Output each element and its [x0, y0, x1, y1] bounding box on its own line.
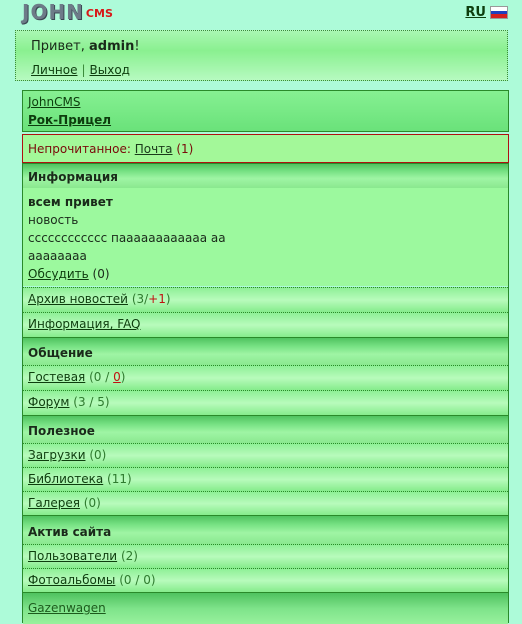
menu-item-forum[interactable]: Форум (3 / 5) — [23, 390, 508, 415]
section-title-communication: Общение — [28, 346, 93, 360]
downloads-count: (0) — [89, 448, 107, 462]
menu-item-downloads[interactable]: Загрузки (0) — [23, 443, 508, 467]
unread-label: Непрочитанное: — [28, 142, 135, 156]
section-header-info: Информация — [23, 163, 508, 188]
forum-link[interactable]: Форум — [28, 395, 69, 409]
language-switch[interactable]: RU — [465, 5, 508, 20]
discuss-line: Обсудить (0) — [28, 267, 110, 281]
johncms-link[interactable]: JohnCMS — [28, 95, 80, 109]
library-count: (11) — [107, 472, 132, 486]
gazenwagen-link[interactable]: Gazenwagen — [28, 601, 106, 615]
section-title-useful: Полезное — [28, 424, 95, 438]
discuss-link[interactable]: Обсудить — [28, 267, 89, 281]
users-count: (2) — [120, 549, 138, 563]
greeting-username: admin — [88, 39, 135, 54]
discuss-count: (0) — [92, 267, 110, 281]
guestbook-count: (0 / 0) — [89, 370, 126, 384]
main-menu: Информация всем привет новость ссссссссс… — [22, 163, 509, 624]
footer-link-row[interactable]: Gazenwagen — [23, 592, 508, 624]
user-links-box: JohnCMS Рок-Прицел — [22, 90, 509, 132]
menu-item-users[interactable]: Пользователи (2) — [23, 544, 508, 568]
menu-item-guestbook[interactable]: Гостевая (0 / 0) — [23, 365, 508, 390]
downloads-link[interactable]: Загрузки — [28, 448, 86, 462]
language-link[interactable]: RU — [465, 5, 486, 20]
menu-item-faq[interactable]: Информация, FAQ — [23, 312, 508, 337]
profile-link[interactable]: Личное — [31, 63, 77, 77]
guestbook-link[interactable]: Гостевая — [28, 370, 85, 384]
menu-item-photo-albums[interactable]: Фотоальбомы (0 / 0) — [23, 568, 508, 592]
logo[interactable]: JOHN CMS — [22, 2, 113, 22]
greeting-links: Личное | Выход — [31, 63, 130, 77]
news-line: сссссссссссс паааааааааааа аа — [28, 231, 226, 245]
menu-item-gallery[interactable]: Галерея (0) — [23, 491, 508, 515]
menu-item-news-archive[interactable]: Архив новостей (3/+1) — [23, 287, 508, 312]
greeting-text: Привет, admin! — [31, 39, 140, 54]
gallery-link[interactable]: Галерея — [28, 496, 80, 510]
mail-count: (1) — [176, 142, 194, 156]
logo-sub: CMS — [85, 7, 113, 20]
logo-main: JOHN — [22, 0, 84, 24]
greeting-prefix: Привет, — [31, 39, 89, 54]
library-link[interactable]: Библиотека — [28, 472, 103, 486]
exit-link[interactable]: Выход — [90, 63, 130, 77]
top-bar: JOHN CMS RU — [0, 0, 522, 26]
unread-line: Непрочитанное: Почта (1) — [28, 142, 193, 156]
faq-link[interactable]: Информация, FAQ — [28, 317, 141, 331]
news-archive-count: (3/+1) — [131, 292, 171, 306]
mail-link[interactable]: Почта — [135, 142, 173, 156]
greeting-suffix: ! — [134, 39, 140, 54]
russia-flag-icon[interactable] — [490, 6, 508, 19]
news-line: аааааааа — [28, 249, 87, 263]
section-header-useful: Полезное — [23, 415, 508, 443]
forum-count: (3 / 5) — [73, 395, 110, 409]
unread-box: Непрочитанное: Почта (1) — [22, 134, 509, 163]
news-archive-link[interactable]: Архив новостей — [28, 292, 128, 306]
section-header-activity: Актив сайта — [23, 515, 508, 544]
link-separator: | — [81, 63, 86, 77]
news-line: новость — [28, 213, 79, 227]
gallery-count: (0) — [83, 496, 101, 510]
guestbook-admin-count-link[interactable]: 0 — [113, 370, 121, 384]
photo-albums-link[interactable]: Фотоальбомы — [28, 573, 115, 587]
rock-pricel-link[interactable]: Рок-Прицел — [28, 113, 111, 127]
section-header-communication: Общение — [23, 337, 508, 365]
section-title-info: Информация — [28, 170, 118, 184]
news-block: всем привет новость сссссссссссс паааааа… — [23, 188, 508, 286]
greeting-box: Привет, admin! Личное | Выход — [15, 30, 508, 81]
users-link[interactable]: Пользователи — [28, 549, 117, 563]
news-title: всем привет — [28, 195, 113, 209]
menu-item-library[interactable]: Библиотека (11) — [23, 467, 508, 491]
section-title-activity: Актив сайта — [28, 525, 112, 539]
photo-albums-count: (0 / 0) — [119, 573, 156, 587]
